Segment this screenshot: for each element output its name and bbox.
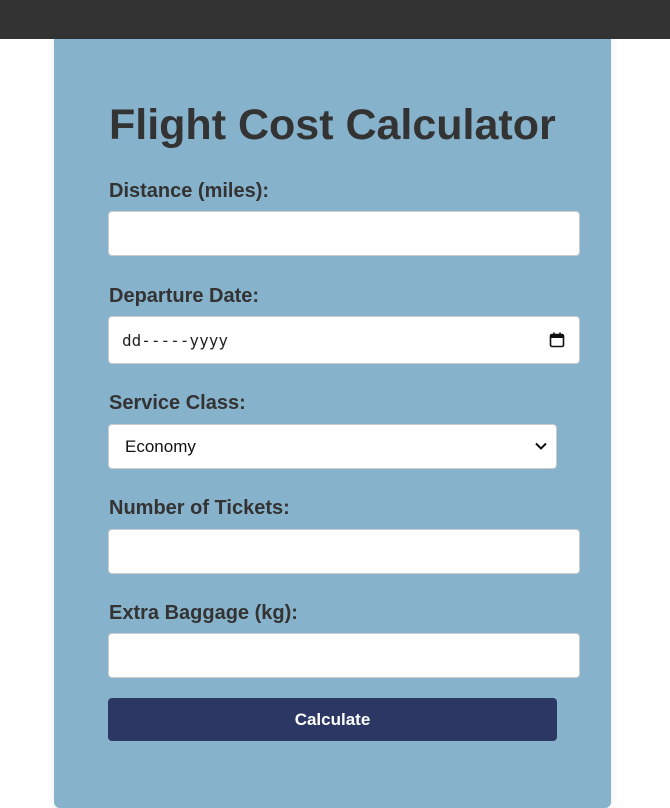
tickets-label: Number of Tickets:: [109, 497, 290, 519]
tickets-input[interactable]: [108, 529, 580, 574]
chevron-down-icon: [535, 442, 547, 450]
departure-date-input[interactable]: dd-----yyyy: [108, 316, 580, 364]
page-title: Flight Cost Calculator: [109, 101, 556, 149]
top-bar: [0, 0, 670, 39]
calculate-button[interactable]: Calculate: [108, 698, 557, 741]
calendar-icon[interactable]: [549, 332, 565, 348]
date-placeholder: dd-----yyyy: [122, 331, 228, 350]
distance-input[interactable]: [108, 211, 580, 256]
baggage-input[interactable]: [108, 633, 580, 678]
service-class-select[interactable]: Economy: [108, 424, 557, 469]
departure-date-label: Departure Date:: [109, 285, 260, 307]
service-class-label: Service Class:: [109, 392, 246, 414]
distance-label: Distance (miles):: [109, 180, 270, 202]
service-class-value: Economy: [125, 437, 196, 456]
baggage-label: Extra Baggage (kg):: [109, 602, 298, 624]
calculator-card: Flight Cost Calculator Distance (miles):…: [54, 39, 611, 808]
